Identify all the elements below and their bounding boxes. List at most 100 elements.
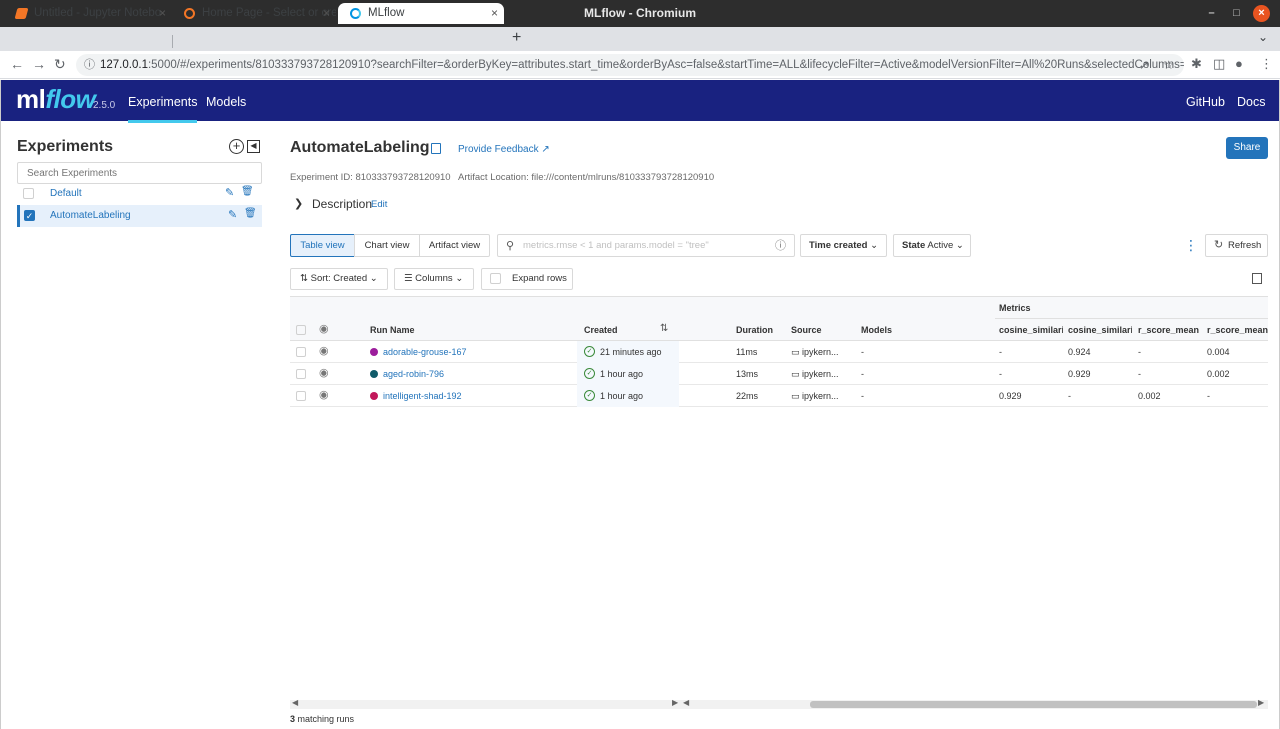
column-metric-1[interactable]: cosine_similarit [999, 325, 1063, 335]
more-options-icon[interactable]: ⋮ [1184, 237, 1198, 254]
horizontal-scrollbar[interactable]: ◀ ▶ ◀ ▶ [290, 698, 1268, 709]
jupyter-logo-icon [184, 8, 195, 19]
edit-pencil-icon[interactable]: ✎ [228, 208, 237, 221]
tab-home-page[interactable]: Home Page - Select or cre × [172, 3, 336, 24]
source-cell[interactable]: ▭ ipykern... [791, 369, 839, 380]
minimize-button[interactable]: – [1203, 5, 1220, 22]
close-window-button[interactable]: × [1253, 5, 1270, 22]
scroll-right-icon[interactable]: ▶ [1258, 698, 1264, 707]
search-experiments-input[interactable] [17, 162, 262, 184]
sort-dropdown[interactable]: ⇅ Sort: Created ⌄ [290, 268, 388, 290]
experiment-name[interactable]: Default [50, 188, 82, 199]
row-checkbox[interactable] [296, 391, 306, 401]
run-filter-input[interactable]: ⚲ metrics.rmse < 1 and params.model = "t… [497, 234, 795, 257]
scroll-left-icon[interactable]: ◀ [683, 698, 689, 707]
scrollbar-thumb[interactable] [810, 701, 1257, 708]
new-tab-button[interactable]: + [512, 29, 521, 47]
created-cell[interactable]: 1 hour ago [600, 369, 643, 379]
source-cell[interactable]: ▭ ipykern... [791, 391, 839, 402]
maximize-button[interactable]: □ [1228, 5, 1245, 22]
artifact-view-button[interactable]: Artifact view [419, 234, 490, 257]
experiment-checkbox[interactable]: ✓ [24, 210, 35, 221]
created-cell[interactable]: 21 minutes ago [600, 347, 662, 357]
row-checkbox[interactable] [296, 347, 306, 357]
share-button[interactable]: Share [1226, 137, 1268, 159]
address-bar[interactable]: ⓘ 127.0.0.1:5000/#/experiments/810333793… [76, 54, 1184, 76]
description-toggle[interactable]: Description [312, 197, 372, 211]
close-tab-icon[interactable]: × [323, 3, 330, 24]
tab-jupyter[interactable]: Untitled - Jupyter Notebo × [4, 3, 172, 24]
trash-icon[interactable]: 🗑 [244, 208, 257, 219]
time-created-dropdown[interactable]: Time created ⌄ [800, 234, 887, 257]
mlflow-logo[interactable]: mlflow [16, 84, 96, 115]
created-cell[interactable]: 1 hour ago [600, 391, 643, 401]
experiment-checkbox[interactable] [23, 188, 34, 199]
visibility-eye-icon[interactable]: ◉ [319, 388, 329, 401]
close-tab-icon[interactable]: × [159, 3, 166, 24]
refresh-button[interactable]: ↻ Refresh [1205, 234, 1268, 257]
nav-docs[interactable]: Docs [1237, 95, 1265, 109]
visibility-eye-icon[interactable]: ◉ [319, 366, 329, 379]
column-metric-3[interactable]: r_score_mean [1138, 325, 1202, 335]
column-duration[interactable]: Duration [736, 325, 773, 335]
chart-view-button[interactable]: Chart view [354, 234, 420, 257]
sidebar-item-automatelabeling[interactable]: ✓ AutomateLabeling ✎ 🗑 [17, 205, 262, 227]
column-run-name[interactable]: Run Name [370, 325, 415, 335]
row-checkbox[interactable] [296, 369, 306, 379]
visibility-eye-icon[interactable]: ◉ [319, 322, 329, 335]
reload-icon[interactable]: ↻ [54, 56, 66, 73]
collapse-sidebar-icon[interactable]: ◀ [247, 140, 260, 153]
extensions-icon[interactable]: ✱ [1191, 56, 1202, 72]
side-panel-icon[interactable]: ◫ [1213, 56, 1225, 72]
column-models[interactable]: Models [861, 325, 892, 335]
run-name-link[interactable]: aged-robin-796 [383, 369, 444, 379]
description-edit-link[interactable]: Edit [371, 199, 387, 210]
close-tab-icon[interactable]: × [491, 3, 498, 24]
metric-cell: 0.004 [1207, 347, 1230, 357]
scroll-left-icon[interactable]: ◀ [292, 698, 298, 707]
bookmark-star-icon[interactable]: ☆ [1163, 54, 1174, 76]
forward-icon[interactable]: → [32, 56, 46, 72]
tab-search-chevron-icon[interactable]: ⌄ [1258, 30, 1268, 44]
expand-rows-checkbox[interactable] [490, 273, 501, 284]
nav-models[interactable]: Models [206, 95, 246, 109]
source-cell[interactable]: ▭ ipykern... [791, 347, 839, 358]
state-dropdown[interactable]: State Active ⌄ [893, 234, 971, 257]
trash-icon[interactable]: 🗑 [241, 186, 254, 197]
scroll-right-icon[interactable]: ▶ [672, 698, 678, 707]
profile-icon[interactable]: ● [1235, 56, 1243, 71]
info-icon[interactable]: ⓘ [84, 54, 95, 76]
layout-toggle-icon[interactable] [1252, 273, 1262, 284]
expand-rows-toggle[interactable]: Expand rows [481, 268, 573, 290]
run-name-link[interactable]: intelligent-shad-192 [383, 391, 462, 401]
back-icon[interactable]: ← [10, 56, 24, 72]
columns-icon: ☰ [404, 273, 413, 284]
share-url-icon[interactable]: ↗ [1139, 54, 1149, 76]
visibility-eye-icon[interactable]: ◉ [319, 344, 329, 357]
nav-experiments[interactable]: Experiments [128, 95, 198, 123]
add-experiment-icon[interactable]: + [229, 139, 244, 154]
column-created[interactable]: Created [584, 325, 618, 335]
column-source[interactable]: Source [791, 325, 822, 335]
copy-icon[interactable] [431, 143, 441, 154]
columns-dropdown[interactable]: ☰ Columns ⌄ [394, 268, 474, 290]
table-view-button[interactable]: Table view [290, 234, 355, 257]
provide-feedback-link[interactable]: Provide Feedback ↗ [458, 144, 550, 155]
column-metric-4[interactable]: r_score_mean_ [1207, 325, 1268, 335]
browser-menu-icon[interactable]: ⋮ [1260, 56, 1273, 72]
experiment-name[interactable]: AutomateLabeling [50, 210, 131, 221]
info-icon[interactable]: ⓘ [775, 236, 786, 257]
table-row[interactable]: ◉ aged-robin-796 ✓ 1 hour ago 13ms ▭ ipy… [290, 363, 1268, 385]
table-row[interactable]: ◉ intelligent-shad-192 ✓ 1 hour ago 22ms… [290, 385, 1268, 407]
nav-github[interactable]: GitHub [1186, 95, 1225, 109]
sort-descending-icon[interactable]: ⇅ [660, 323, 668, 334]
tab-mlflow[interactable]: MLflow × [338, 3, 504, 24]
metric-cell: - [1138, 369, 1141, 379]
chevron-right-icon[interactable]: ❯ [294, 197, 303, 210]
run-name-link[interactable]: adorable-grouse-167 [383, 347, 467, 357]
column-metric-2[interactable]: cosine_similarit [1068, 325, 1132, 335]
sidebar-item-default[interactable]: Default ✎ 🗑 [17, 183, 262, 205]
table-row[interactable]: ◉ adorable-grouse-167 ✓ 21 minutes ago 1… [290, 341, 1268, 363]
edit-pencil-icon[interactable]: ✎ [225, 186, 234, 199]
select-all-checkbox[interactable] [296, 325, 306, 335]
